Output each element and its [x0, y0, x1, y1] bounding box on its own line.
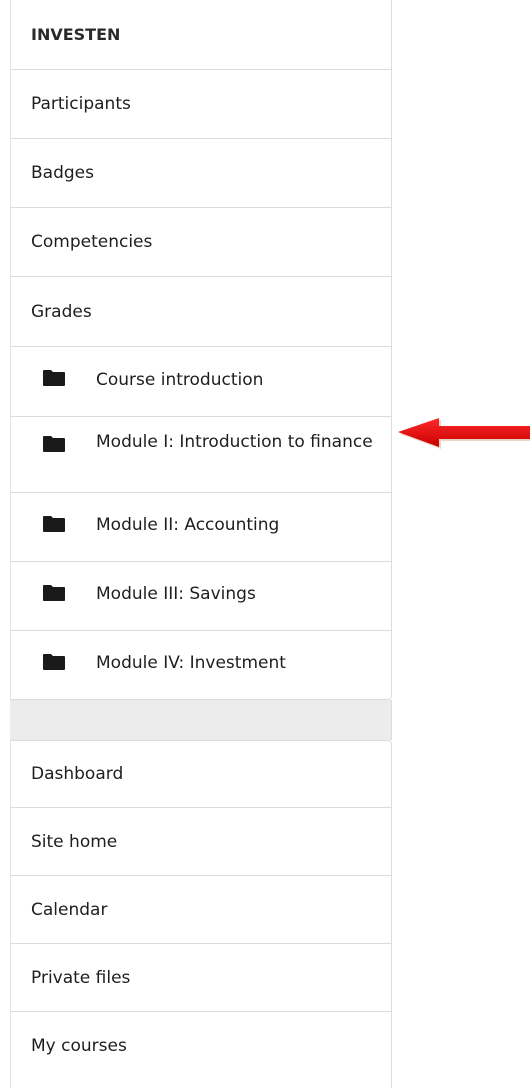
nav-item-calendar[interactable]: Calendar [11, 876, 391, 944]
page: INVESTEN Participants Badges Competencie… [0, 0, 530, 1088]
section-label: Module I: Introduction to finance [96, 432, 373, 452]
nav-item-dashboard[interactable]: Dashboard [11, 741, 391, 808]
nav-item-badges[interactable]: Badges [11, 139, 391, 208]
section-item-module-i[interactable]: Module I: Introduction to finance [11, 417, 391, 493]
section-item-module-iv[interactable]: Module IV: Investment [11, 631, 391, 699]
nav-item-grades[interactable]: Grades [11, 277, 391, 347]
course-title-link[interactable]: INVESTEN [11, 0, 391, 70]
site-navigation: Dashboard Site home Calendar Private fil… [10, 740, 392, 1088]
folder-icon [43, 436, 65, 452]
folder-icon [43, 516, 65, 532]
section-label: Course introduction [96, 370, 264, 390]
section-label: Module III: Savings [96, 584, 256, 604]
course-navigation: INVESTEN Participants Badges Competencie… [10, 0, 392, 700]
navigation-drawer: INVESTEN Participants Badges Competencie… [10, 0, 392, 1088]
section-item-module-iii[interactable]: Module III: Savings [11, 562, 391, 631]
nav-item-site-home[interactable]: Site home [11, 808, 391, 876]
folder-icon [43, 654, 65, 670]
folder-icon [43, 370, 65, 386]
section-label: Module IV: Investment [96, 653, 286, 673]
section-item-course-introduction[interactable]: Course introduction [11, 347, 391, 417]
red-arrow-annotation [398, 418, 530, 449]
nav-item-competencies[interactable]: Competencies [11, 208, 391, 277]
section-label: Module II: Accounting [96, 515, 280, 535]
nav-item-private-files[interactable]: Private files [11, 944, 391, 1012]
section-item-module-ii[interactable]: Module II: Accounting [11, 493, 391, 562]
nav-item-my-courses[interactable]: My courses [11, 1012, 391, 1080]
nav-group-separator [10, 700, 392, 740]
nav-item-participants[interactable]: Participants [11, 70, 391, 139]
folder-icon [43, 585, 65, 601]
